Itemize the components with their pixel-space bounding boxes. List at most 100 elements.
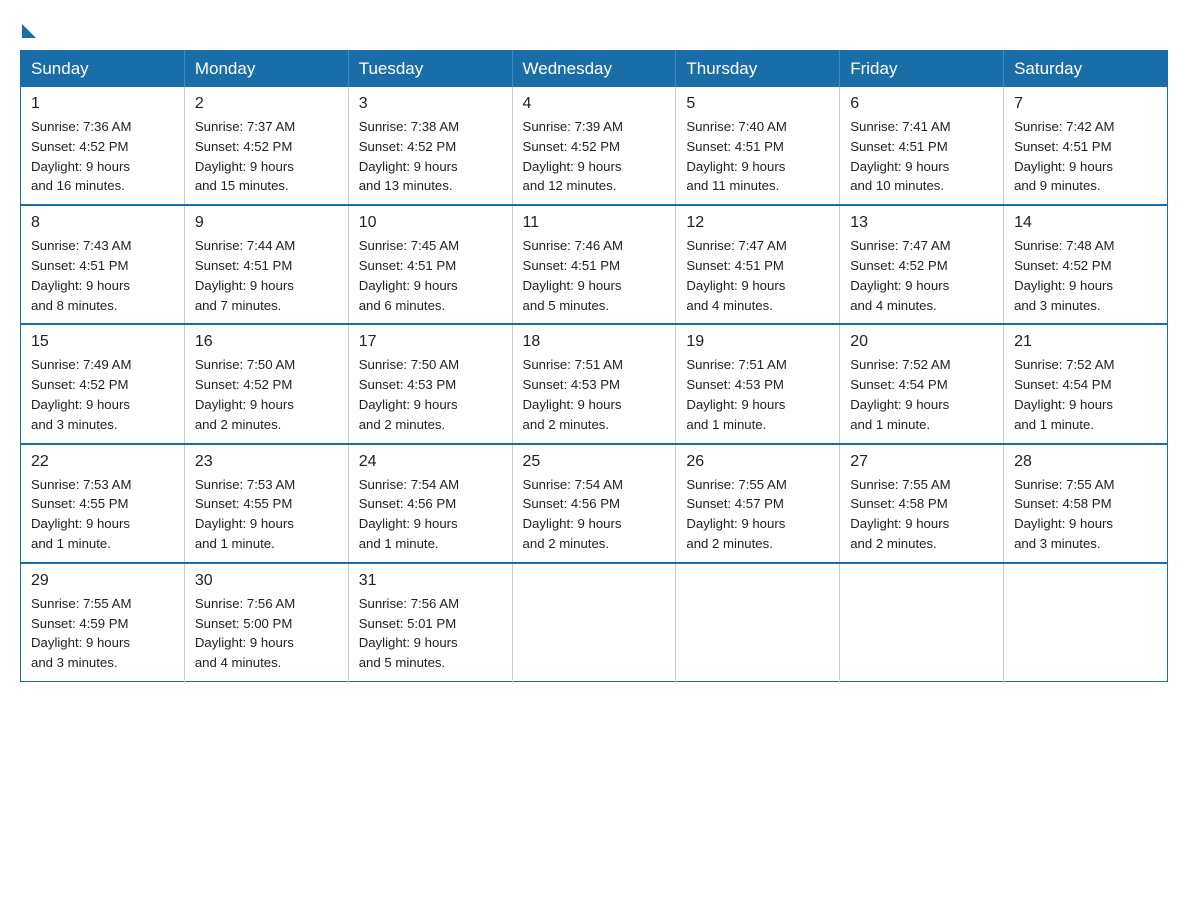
day-number: 8 <box>31 214 174 232</box>
calendar-cell: 30 Sunrise: 7:56 AM Sunset: 5:00 PM Dayl… <box>184 563 348 682</box>
day-info: Sunrise: 7:47 AM Sunset: 4:52 PM Dayligh… <box>850 236 993 315</box>
day-number: 17 <box>359 333 502 351</box>
calendar-cell <box>512 563 676 682</box>
day-number: 13 <box>850 214 993 232</box>
day-number: 6 <box>850 95 993 113</box>
calendar-cell: 20 Sunrise: 7:52 AM Sunset: 4:54 PM Dayl… <box>840 324 1004 443</box>
calendar-cell <box>676 563 840 682</box>
day-number: 9 <box>195 214 338 232</box>
calendar-cell: 15 Sunrise: 7:49 AM Sunset: 4:52 PM Dayl… <box>21 324 185 443</box>
day-number: 25 <box>523 453 666 471</box>
day-info: Sunrise: 7:41 AM Sunset: 4:51 PM Dayligh… <box>850 117 993 196</box>
day-info: Sunrise: 7:40 AM Sunset: 4:51 PM Dayligh… <box>686 117 829 196</box>
day-number: 15 <box>31 333 174 351</box>
day-info: Sunrise: 7:56 AM Sunset: 5:01 PM Dayligh… <box>359 594 502 673</box>
day-info: Sunrise: 7:39 AM Sunset: 4:52 PM Dayligh… <box>523 117 666 196</box>
day-number: 10 <box>359 214 502 232</box>
day-info: Sunrise: 7:43 AM Sunset: 4:51 PM Dayligh… <box>31 236 174 315</box>
calendar-cell: 14 Sunrise: 7:48 AM Sunset: 4:52 PM Dayl… <box>1004 205 1168 324</box>
calendar-cell: 31 Sunrise: 7:56 AM Sunset: 5:01 PM Dayl… <box>348 563 512 682</box>
day-number: 29 <box>31 572 174 590</box>
day-number: 16 <box>195 333 338 351</box>
header-saturday: Saturday <box>1004 51 1168 88</box>
day-info: Sunrise: 7:38 AM Sunset: 4:52 PM Dayligh… <box>359 117 502 196</box>
day-number: 3 <box>359 95 502 113</box>
day-info: Sunrise: 7:45 AM Sunset: 4:51 PM Dayligh… <box>359 236 502 315</box>
day-number: 23 <box>195 453 338 471</box>
calendar-cell: 23 Sunrise: 7:53 AM Sunset: 4:55 PM Dayl… <box>184 444 348 563</box>
calendar-cell: 27 Sunrise: 7:55 AM Sunset: 4:58 PM Dayl… <box>840 444 1004 563</box>
day-info: Sunrise: 7:55 AM Sunset: 4:59 PM Dayligh… <box>31 594 174 673</box>
calendar-cell: 2 Sunrise: 7:37 AM Sunset: 4:52 PM Dayli… <box>184 87 348 205</box>
day-info: Sunrise: 7:53 AM Sunset: 4:55 PM Dayligh… <box>31 475 174 554</box>
calendar-cell <box>840 563 1004 682</box>
calendar-cell: 9 Sunrise: 7:44 AM Sunset: 4:51 PM Dayli… <box>184 205 348 324</box>
day-info: Sunrise: 7:55 AM Sunset: 4:57 PM Dayligh… <box>686 475 829 554</box>
calendar-cell: 17 Sunrise: 7:50 AM Sunset: 4:53 PM Dayl… <box>348 324 512 443</box>
calendar-cell: 7 Sunrise: 7:42 AM Sunset: 4:51 PM Dayli… <box>1004 87 1168 205</box>
header-wednesday: Wednesday <box>512 51 676 88</box>
day-number: 21 <box>1014 333 1157 351</box>
logo-arrow-icon <box>22 24 36 38</box>
day-info: Sunrise: 7:55 AM Sunset: 4:58 PM Dayligh… <box>1014 475 1157 554</box>
day-number: 27 <box>850 453 993 471</box>
day-number: 22 <box>31 453 174 471</box>
calendar-cell: 24 Sunrise: 7:54 AM Sunset: 4:56 PM Dayl… <box>348 444 512 563</box>
day-number: 19 <box>686 333 829 351</box>
calendar-cell: 26 Sunrise: 7:55 AM Sunset: 4:57 PM Dayl… <box>676 444 840 563</box>
day-info: Sunrise: 7:50 AM Sunset: 4:52 PM Dayligh… <box>195 355 338 434</box>
day-info: Sunrise: 7:37 AM Sunset: 4:52 PM Dayligh… <box>195 117 338 196</box>
header-sunday: Sunday <box>21 51 185 88</box>
calendar-cell: 6 Sunrise: 7:41 AM Sunset: 4:51 PM Dayli… <box>840 87 1004 205</box>
calendar-cell: 8 Sunrise: 7:43 AM Sunset: 4:51 PM Dayli… <box>21 205 185 324</box>
day-number: 2 <box>195 95 338 113</box>
day-info: Sunrise: 7:47 AM Sunset: 4:51 PM Dayligh… <box>686 236 829 315</box>
calendar-week-4: 22 Sunrise: 7:53 AM Sunset: 4:55 PM Dayl… <box>21 444 1168 563</box>
day-info: Sunrise: 7:49 AM Sunset: 4:52 PM Dayligh… <box>31 355 174 434</box>
calendar-cell: 21 Sunrise: 7:52 AM Sunset: 4:54 PM Dayl… <box>1004 324 1168 443</box>
calendar-week-3: 15 Sunrise: 7:49 AM Sunset: 4:52 PM Dayl… <box>21 324 1168 443</box>
day-info: Sunrise: 7:50 AM Sunset: 4:53 PM Dayligh… <box>359 355 502 434</box>
calendar-cell: 28 Sunrise: 7:55 AM Sunset: 4:58 PM Dayl… <box>1004 444 1168 563</box>
calendar-cell: 3 Sunrise: 7:38 AM Sunset: 4:52 PM Dayli… <box>348 87 512 205</box>
day-number: 18 <box>523 333 666 351</box>
day-info: Sunrise: 7:54 AM Sunset: 4:56 PM Dayligh… <box>523 475 666 554</box>
calendar-cell: 25 Sunrise: 7:54 AM Sunset: 4:56 PM Dayl… <box>512 444 676 563</box>
calendar-week-5: 29 Sunrise: 7:55 AM Sunset: 4:59 PM Dayl… <box>21 563 1168 682</box>
calendar-table: SundayMondayTuesdayWednesdayThursdayFrid… <box>20 50 1168 682</box>
day-number: 26 <box>686 453 829 471</box>
day-number: 28 <box>1014 453 1157 471</box>
day-info: Sunrise: 7:51 AM Sunset: 4:53 PM Dayligh… <box>523 355 666 434</box>
day-info: Sunrise: 7:52 AM Sunset: 4:54 PM Dayligh… <box>850 355 993 434</box>
logo <box>20 20 36 32</box>
day-number: 31 <box>359 572 502 590</box>
page-header <box>20 20 1168 32</box>
day-number: 24 <box>359 453 502 471</box>
calendar-cell: 13 Sunrise: 7:47 AM Sunset: 4:52 PM Dayl… <box>840 205 1004 324</box>
calendar-cell: 4 Sunrise: 7:39 AM Sunset: 4:52 PM Dayli… <box>512 87 676 205</box>
day-info: Sunrise: 7:56 AM Sunset: 5:00 PM Dayligh… <box>195 594 338 673</box>
calendar-header-row: SundayMondayTuesdayWednesdayThursdayFrid… <box>21 51 1168 88</box>
day-info: Sunrise: 7:48 AM Sunset: 4:52 PM Dayligh… <box>1014 236 1157 315</box>
header-friday: Friday <box>840 51 1004 88</box>
day-info: Sunrise: 7:36 AM Sunset: 4:52 PM Dayligh… <box>31 117 174 196</box>
calendar-cell: 22 Sunrise: 7:53 AM Sunset: 4:55 PM Dayl… <box>21 444 185 563</box>
calendar-cell: 11 Sunrise: 7:46 AM Sunset: 4:51 PM Dayl… <box>512 205 676 324</box>
day-info: Sunrise: 7:55 AM Sunset: 4:58 PM Dayligh… <box>850 475 993 554</box>
day-number: 1 <box>31 95 174 113</box>
day-info: Sunrise: 7:52 AM Sunset: 4:54 PM Dayligh… <box>1014 355 1157 434</box>
calendar-cell <box>1004 563 1168 682</box>
day-info: Sunrise: 7:42 AM Sunset: 4:51 PM Dayligh… <box>1014 117 1157 196</box>
calendar-cell: 16 Sunrise: 7:50 AM Sunset: 4:52 PM Dayl… <box>184 324 348 443</box>
day-number: 11 <box>523 214 666 232</box>
calendar-cell: 10 Sunrise: 7:45 AM Sunset: 4:51 PM Dayl… <box>348 205 512 324</box>
calendar-cell: 1 Sunrise: 7:36 AM Sunset: 4:52 PM Dayli… <box>21 87 185 205</box>
header-monday: Monday <box>184 51 348 88</box>
day-info: Sunrise: 7:54 AM Sunset: 4:56 PM Dayligh… <box>359 475 502 554</box>
day-info: Sunrise: 7:53 AM Sunset: 4:55 PM Dayligh… <box>195 475 338 554</box>
calendar-cell: 18 Sunrise: 7:51 AM Sunset: 4:53 PM Dayl… <box>512 324 676 443</box>
day-info: Sunrise: 7:46 AM Sunset: 4:51 PM Dayligh… <box>523 236 666 315</box>
day-number: 14 <box>1014 214 1157 232</box>
day-number: 30 <box>195 572 338 590</box>
header-tuesday: Tuesday <box>348 51 512 88</box>
